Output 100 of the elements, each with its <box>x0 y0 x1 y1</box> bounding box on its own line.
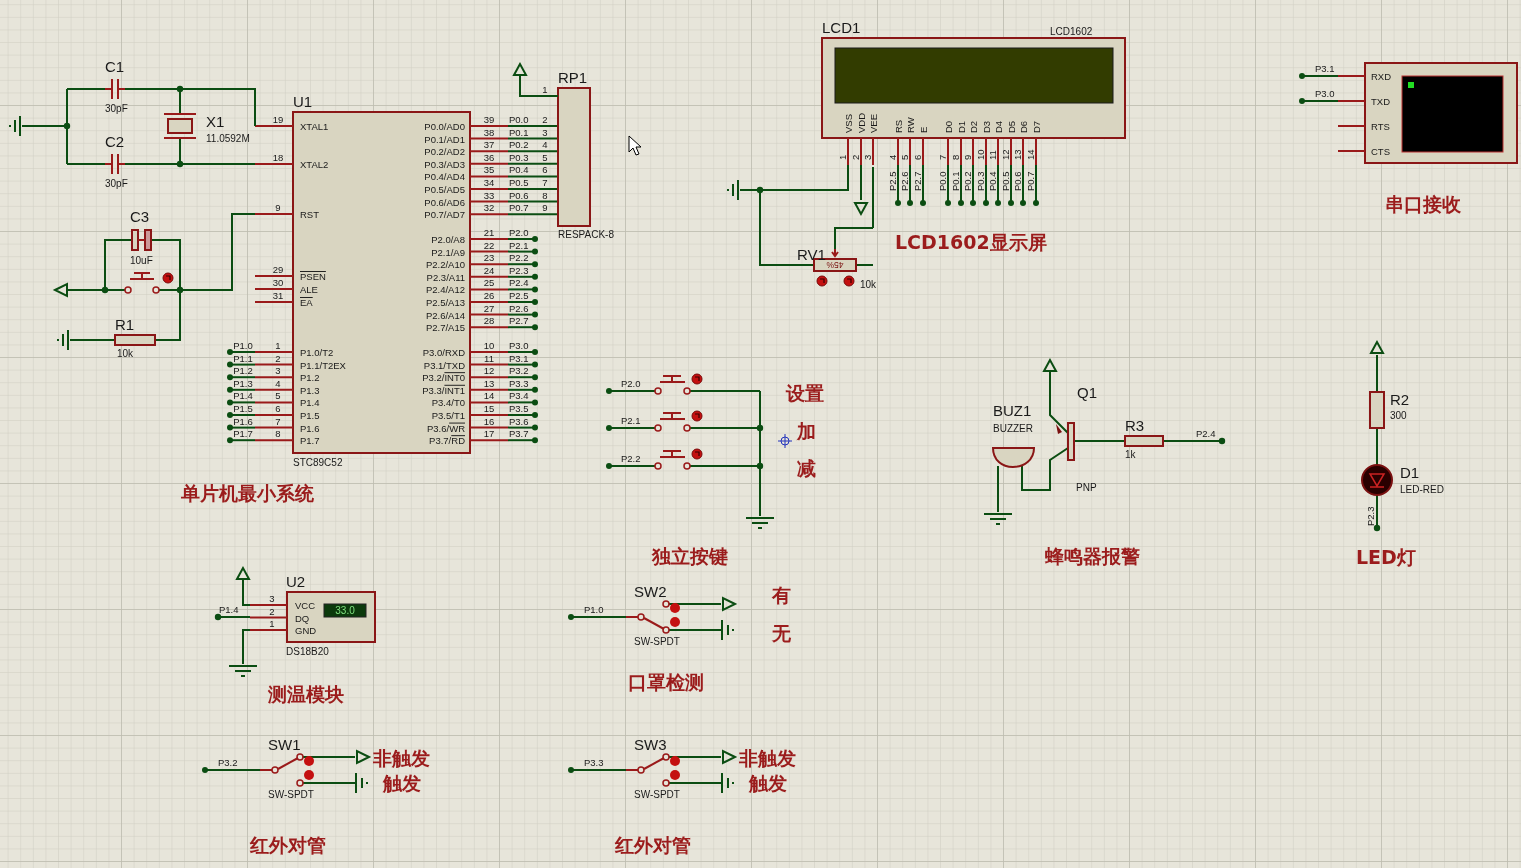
pin-number: 33 <box>483 189 495 201</box>
annotation-label: 触发 <box>383 772 421 794</box>
net-label: P1.7 <box>233 428 253 440</box>
net-label: P3.1 <box>509 352 529 364</box>
pin-number: 6 <box>912 154 923 160</box>
pin-number: 7 <box>542 177 548 188</box>
pin-number: 9 <box>542 202 548 214</box>
pin-name: D6 <box>1018 120 1029 133</box>
pin-name: P1.6 <box>300 422 320 434</box>
pin-name: P1.3 <box>300 384 320 396</box>
component-ref: C1 <box>105 58 125 75</box>
net-label: P1.5 <box>233 403 253 414</box>
pin-name: P3.7/RD <box>429 435 465 447</box>
pin-number: 39 <box>483 114 495 125</box>
component-ref: RP1 <box>558 69 588 86</box>
component-ref: R1 <box>115 316 135 333</box>
net-label: P2.6 <box>899 171 910 191</box>
pin-number: 32 <box>483 202 495 214</box>
section-title: 独立按键 <box>652 545 728 567</box>
part-name: STC89C52 <box>293 457 343 468</box>
pin-number: 2 <box>269 605 275 617</box>
pin-number: 14 <box>483 390 495 402</box>
pin-name: P1.7 <box>300 435 320 447</box>
section-title: 串口接收 <box>1385 193 1461 215</box>
pin-name: VCC <box>295 600 316 611</box>
pin-number: 3 <box>542 126 548 138</box>
part-name: LED-RED <box>1400 484 1444 495</box>
pin-name: P1.4 <box>300 397 320 409</box>
net-label: P3.3 <box>509 377 529 389</box>
net-label: P3.0 <box>1315 88 1335 99</box>
net-label: P0.4 <box>987 171 998 191</box>
part-name: SW-SPDT <box>268 789 314 800</box>
net-label: P2.6 <box>509 302 529 314</box>
net-label: P2.1 <box>509 239 529 251</box>
component-ref: LCD1 <box>822 19 861 36</box>
component-ref: U1 <box>293 93 313 110</box>
pin-number: 5 <box>275 390 281 402</box>
pin-number: 3 <box>269 593 275 604</box>
pin-name: P0.2/AD2 <box>424 146 465 158</box>
pin-number: 9 <box>275 202 281 213</box>
net-label: P1.0 <box>233 340 253 351</box>
pin-name: RW <box>905 117 916 133</box>
pin-number: 6 <box>542 164 548 176</box>
component-ref: R3 <box>1125 417 1145 434</box>
pin-number: 9 <box>962 154 973 160</box>
pin-number: 1 <box>837 154 848 160</box>
pin-name: XTAL1 <box>300 121 329 132</box>
pin-number: 25 <box>483 277 495 289</box>
pin-number: 10 <box>483 340 495 351</box>
pin-name: P0.1/AD1 <box>424 133 465 145</box>
annotation-label: 无 <box>772 622 791 644</box>
pin-name: D4 <box>993 120 1004 133</box>
part-name: DS18B20 <box>286 646 329 657</box>
pin-name: DQ <box>295 612 310 624</box>
pin-name: D2 <box>968 120 979 133</box>
pin-name: P1.2 <box>300 372 320 384</box>
pin-number: 12 <box>1000 149 1011 160</box>
net-label: P3.7 <box>509 428 529 440</box>
pin-number: 38 <box>483 126 495 138</box>
net-label: P2.7 <box>509 315 529 327</box>
pin-name: VEE <box>868 114 879 133</box>
net-label: P0.2 <box>962 171 973 191</box>
pin-name: PSEN <box>300 271 326 282</box>
net-label: P2.0 <box>621 378 641 389</box>
pin-number: 10 <box>975 149 986 160</box>
section-title: 单片机最小系统 <box>181 482 314 504</box>
pin-name: P0.7/AD7 <box>424 209 465 221</box>
pin-number: 18 <box>272 152 284 163</box>
pin-number: 3 <box>275 365 281 377</box>
net-label: P0.1 <box>950 171 961 191</box>
part-name: SW-SPDT <box>634 636 680 647</box>
pin-name: VSS <box>843 114 854 133</box>
pin-number: 29 <box>272 264 284 275</box>
pin-name: P3.4/T0 <box>431 397 465 409</box>
net-label: P1.4 <box>219 604 239 615</box>
pin-number: 7 <box>275 415 281 427</box>
pin-name: XTAL2 <box>300 159 329 170</box>
part-name: BUZZER <box>993 423 1033 434</box>
pin-name: CTS <box>1371 146 1390 157</box>
pin-name: VDD <box>856 112 867 133</box>
pin-name: GND <box>295 625 317 636</box>
net-label: P1.1 <box>233 352 253 364</box>
pin-name: P2.1/A9 <box>431 246 465 258</box>
net-label: P0.7 <box>1025 171 1036 191</box>
component-ref: RV1 <box>797 246 826 263</box>
pin-number: 2 <box>275 352 281 364</box>
pin-number: 31 <box>272 290 284 301</box>
component-ref: D1 <box>1400 464 1420 481</box>
pin-name: P0.6/AD6 <box>424 196 465 208</box>
net-label: P2.2 <box>621 453 641 464</box>
pin-number: 19 <box>272 114 284 125</box>
net-label: P0.0 <box>509 114 529 125</box>
net-label: P2.7 <box>912 171 923 191</box>
section-title: 红外对管 <box>615 834 691 856</box>
pin-name: RS <box>893 119 904 133</box>
net-label: P0.3 <box>975 171 986 191</box>
pin-number: 6 <box>275 403 281 414</box>
net-label: P3.5 <box>509 403 529 414</box>
pin-number: 8 <box>542 189 548 201</box>
pin-number: 17 <box>483 428 495 440</box>
